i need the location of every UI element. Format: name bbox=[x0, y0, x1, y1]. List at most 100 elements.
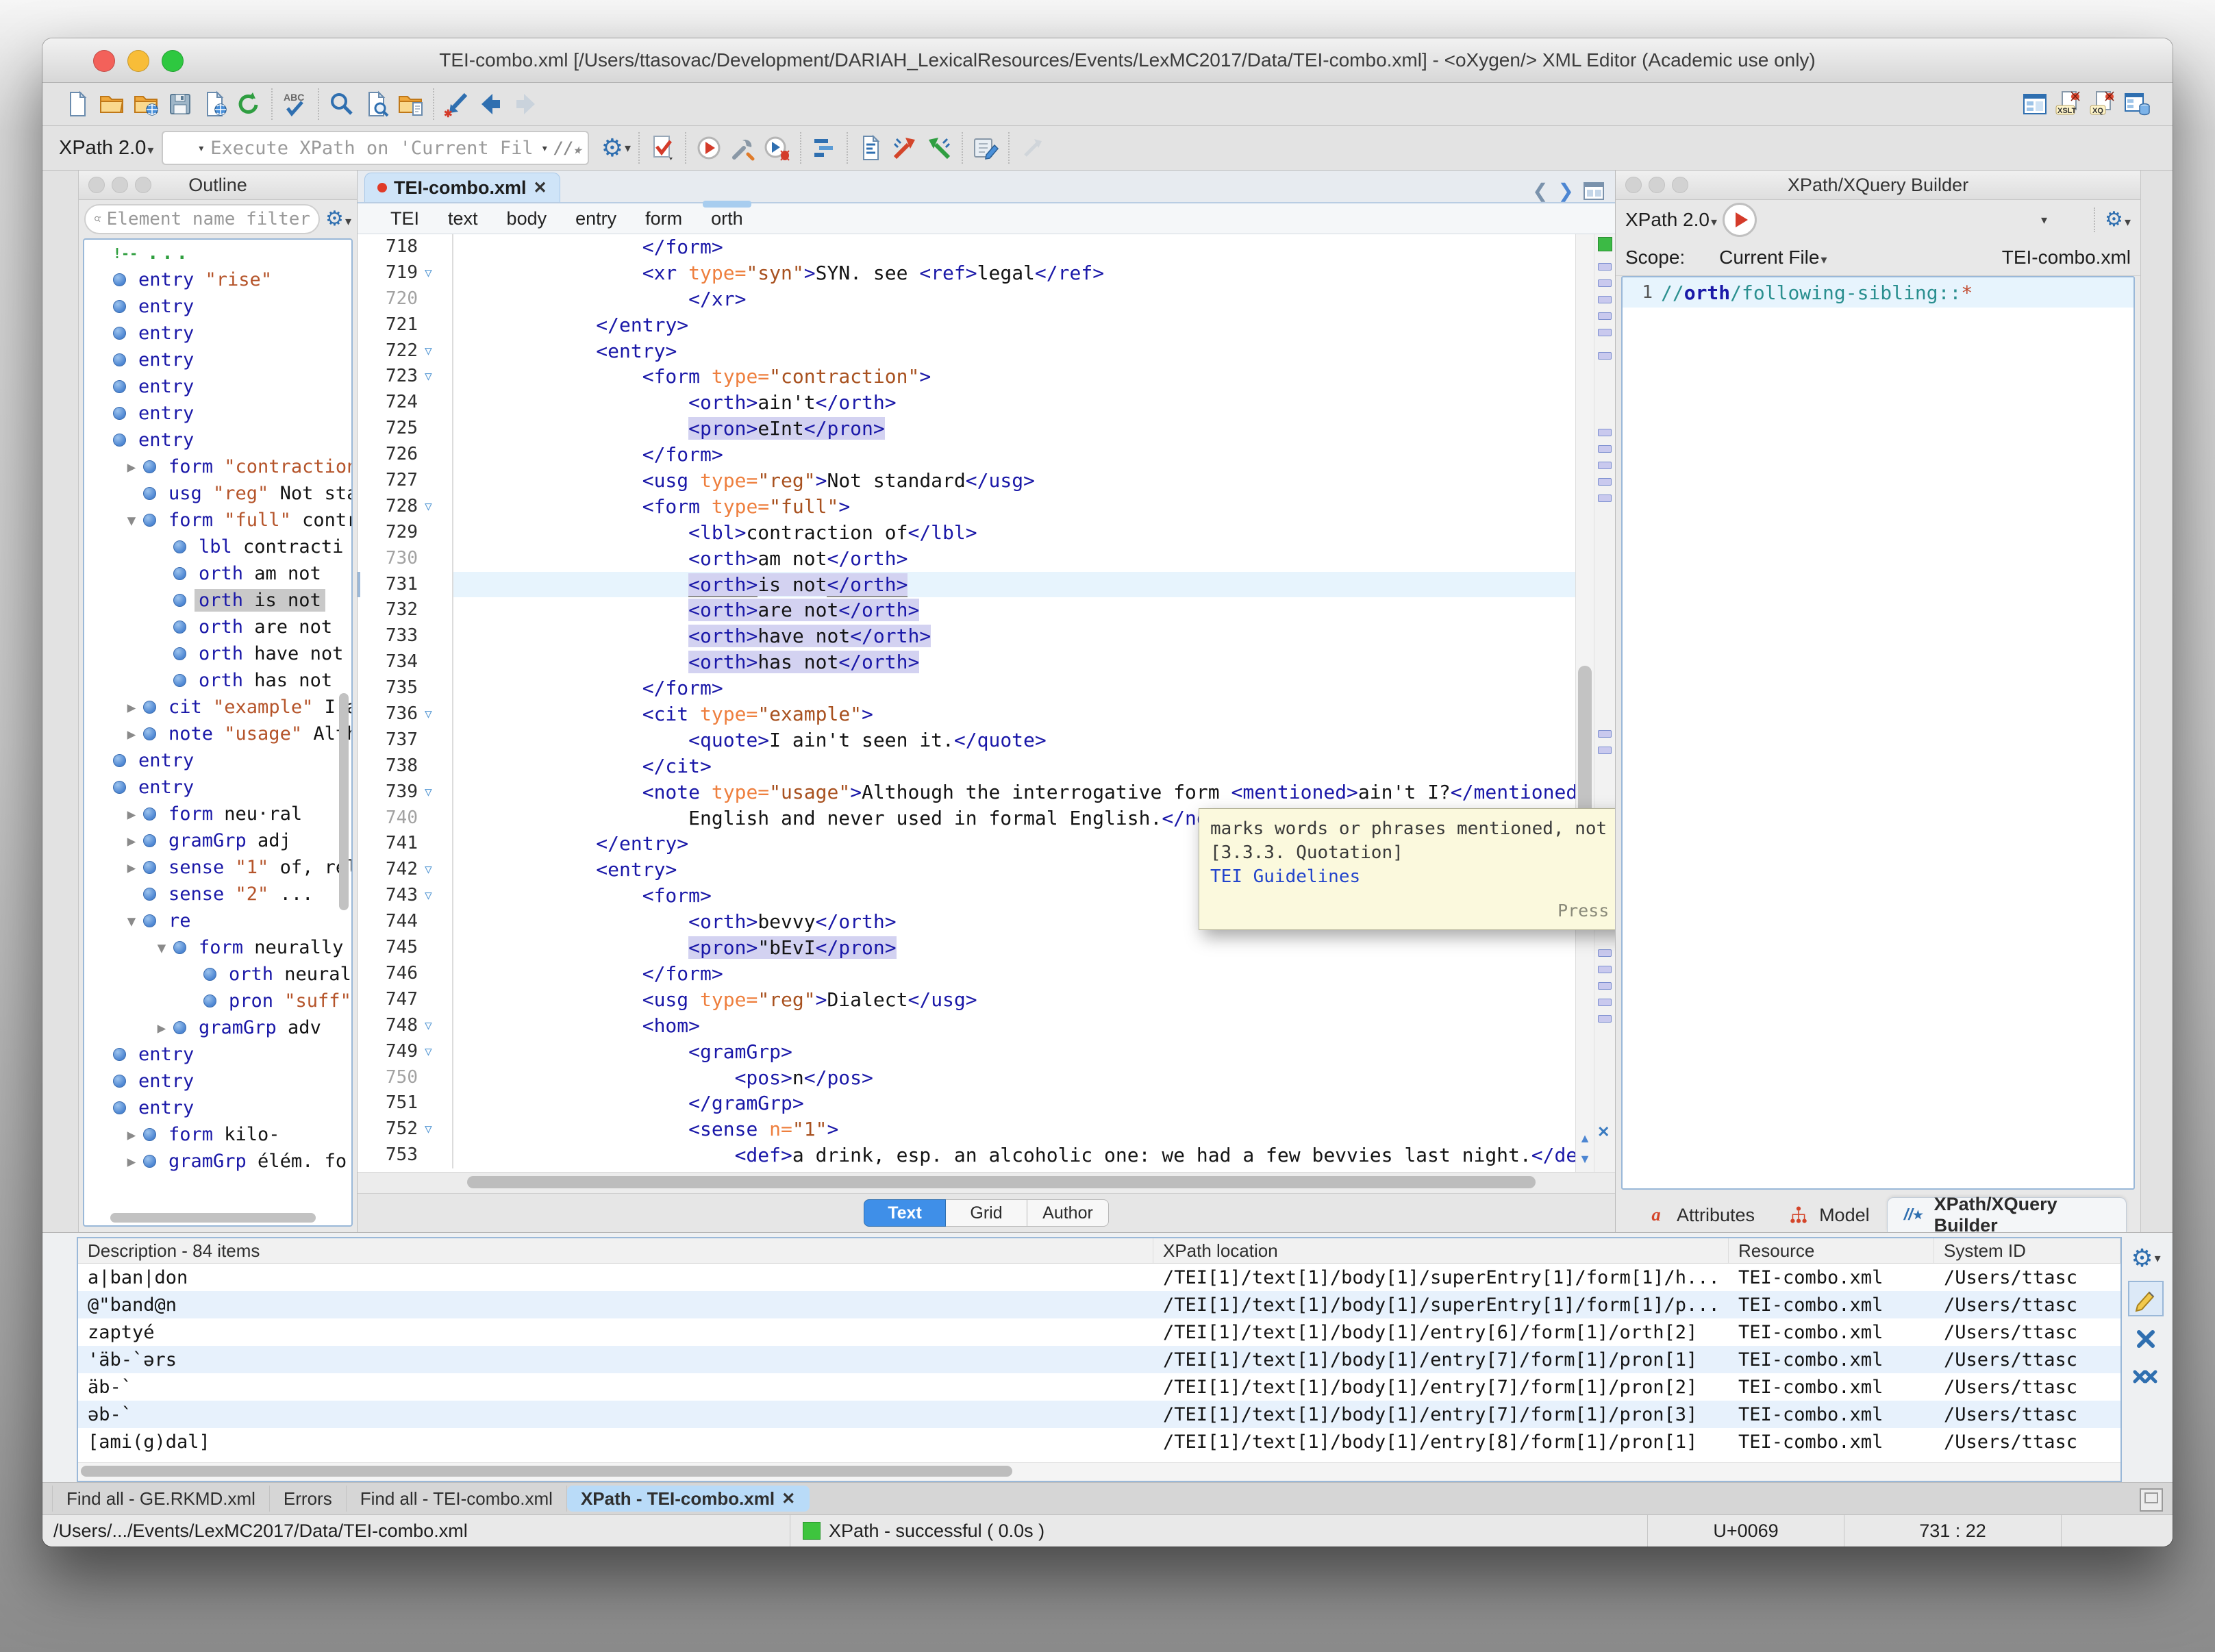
expand-icon[interactable]: ▶ bbox=[120, 860, 143, 876]
xb-settings-gear-icon[interactable]: ⚙▾ bbox=[2105, 210, 2131, 230]
outline-item-cit[interactable]: ▶cit "example" I a bbox=[84, 694, 351, 721]
xpath-match-marker[interactable] bbox=[1598, 279, 1612, 287]
fold-toggle-icon[interactable]: ▽ bbox=[423, 701, 453, 727]
scroll-tabs-left-icon[interactable]: ❮ bbox=[1532, 179, 1548, 202]
outline-vertical-scrollbar[interactable] bbox=[338, 240, 350, 1225]
favorites-star-icon[interactable] bbox=[2003, 204, 2034, 236]
bottom-tab-find-all-tei-combo-xml[interactable]: Find all - TEI-combo.xml bbox=[347, 1486, 567, 1512]
collapse-icon[interactable]: ▼ bbox=[150, 940, 173, 956]
pencil-box-icon[interactable] bbox=[2132, 1285, 2160, 1312]
outline-item-entry[interactable]: entry bbox=[84, 1068, 351, 1094]
associate-red-icon[interactable] bbox=[889, 132, 921, 164]
format-indent-icon[interactable] bbox=[855, 132, 886, 164]
code-line-722[interactable]: 722▽ <entry> bbox=[358, 338, 1575, 364]
xpath-match-marker[interactable] bbox=[1598, 966, 1612, 973]
column-xpath-location[interactable]: XPath location bbox=[1153, 1238, 1729, 1263]
xpath-match-marker[interactable] bbox=[1598, 329, 1612, 336]
outline-item-entry[interactable]: entry bbox=[84, 400, 351, 427]
scope-selector[interactable]: Current File▾ bbox=[1719, 247, 1827, 268]
associate-green-icon[interactable] bbox=[923, 132, 955, 164]
document-globe-icon[interactable] bbox=[199, 88, 230, 120]
editor-vertical-scrollbar[interactable]: ▲ ▼ bbox=[1575, 234, 1594, 1172]
clear-markers-icon[interactable]: ✕ bbox=[1597, 1123, 1610, 1141]
validate-icon[interactable] bbox=[647, 132, 678, 164]
close-tab-icon[interactable]: ✕ bbox=[534, 178, 547, 198]
outline-item-orth[interactable]: orth am not bbox=[84, 560, 351, 587]
reload-icon[interactable] bbox=[233, 88, 264, 120]
comment-bubble-icon[interactable] bbox=[2135, 1518, 2160, 1543]
code-line-737[interactable]: 737 <quote>I ain't seen it.</quote> bbox=[358, 727, 1575, 753]
fold-toggle-icon[interactable]: ▽ bbox=[423, 883, 453, 909]
minimize-window-button[interactable] bbox=[127, 50, 149, 72]
outline-item-form[interactable]: ▶form kilo- bbox=[84, 1121, 351, 1148]
view-button-author[interactable]: Author bbox=[1027, 1199, 1109, 1227]
close-xx-icon[interactable] bbox=[2130, 1362, 2162, 1393]
outline-item-entry[interactable]: entry bbox=[84, 427, 351, 453]
outline-item-form[interactable]: ▼form neurally bbox=[84, 934, 351, 961]
outline-item-entry[interactable]: entry bbox=[84, 320, 351, 347]
code-line-732[interactable]: 732 <orth>are not</orth> bbox=[358, 597, 1575, 623]
fold-toggle-icon[interactable]: ▽ bbox=[423, 494, 453, 520]
fold-toggle-icon[interactable]: ▽ bbox=[423, 364, 453, 390]
run-icon[interactable] bbox=[693, 132, 725, 164]
xpath-match-marker[interactable] bbox=[1598, 429, 1612, 436]
code-line-738[interactable]: 738 </cit> bbox=[358, 753, 1575, 779]
last-modification-icon[interactable]: ✱ bbox=[441, 88, 473, 120]
outline-item-entry[interactable]: entry bbox=[84, 347, 351, 373]
back-icon[interactable] bbox=[475, 88, 507, 120]
breadcrumb-item-TEI[interactable]: TEI bbox=[388, 207, 422, 231]
result-row[interactable]: äb-`/TEI[1]/text[1]/body[1]/entry[7]/for… bbox=[78, 1373, 2120, 1401]
xb-engine-selector[interactable]: XPath 2.0▾ bbox=[1625, 209, 1717, 231]
code-line-734[interactable]: 734 <orth>has not</orth> bbox=[358, 649, 1575, 675]
view-button-text[interactable]: Text bbox=[864, 1199, 946, 1227]
code-line-745[interactable]: 745 <pron>"bEvI</pron> bbox=[358, 935, 1575, 961]
scroll-up-icon[interactable]: ▲ bbox=[1576, 1128, 1594, 1149]
bottom-tab-find-all-ge-rkmd-xml[interactable]: Find all - GE.RKMD.xml bbox=[52, 1486, 270, 1512]
debug-xslt-icon[interactable]: XSLT bbox=[2053, 88, 2085, 120]
overview-ruler[interactable]: ✕ bbox=[1594, 234, 1615, 1172]
xpath-expression-editor[interactable]: 1 //orth/following-sibling::* bbox=[1621, 276, 2135, 1190]
breadcrumb-item-orth[interactable]: orth bbox=[708, 207, 746, 231]
expand-icon[interactable]: ▶ bbox=[120, 1127, 143, 1143]
outline-item-entry[interactable]: entry bbox=[84, 1094, 351, 1121]
configure-transformation-icon[interactable] bbox=[727, 132, 759, 164]
outline-settings-gear-icon[interactable]: ⚙▾ bbox=[325, 209, 351, 229]
search-icon[interactable] bbox=[326, 88, 358, 120]
outline-item-usg[interactable]: usg "reg" Not sta bbox=[84, 480, 351, 507]
outline-horizontal-scrollbar[interactable] bbox=[87, 1213, 335, 1224]
column-resource[interactable]: Resource bbox=[1729, 1238, 1934, 1263]
xpath-match-marker[interactable] bbox=[1598, 982, 1612, 990]
results-table-header[interactable]: Description - 84 items XPath location Re… bbox=[78, 1238, 2120, 1264]
layout-icon[interactable] bbox=[2019, 88, 2051, 120]
outline-item-entry[interactable]: entry "rise" bbox=[84, 266, 351, 293]
bottom-tab-xpath-tei-combo-xml[interactable]: XPath - TEI-combo.xml✕ bbox=[567, 1486, 810, 1512]
outline-item-orth[interactable]: orth neural bbox=[84, 961, 351, 988]
breadcrumb-item-body[interactable]: body bbox=[504, 207, 550, 231]
outline-item-re[interactable]: ▼re bbox=[84, 908, 351, 934]
find-resource-icon[interactable] bbox=[395, 88, 426, 120]
xpath-match-marker[interactable] bbox=[1598, 730, 1612, 738]
code-line-718[interactable]: 718 </form> bbox=[358, 234, 1575, 260]
scroll-tabs-right-icon[interactable]: ❯ bbox=[1558, 179, 1574, 202]
editor-tab-tei-combo[interactable]: TEI-combo.xml ✕ bbox=[364, 173, 560, 202]
xpath-builder-header[interactable]: XPath/XQuery Builder bbox=[1616, 171, 2140, 200]
code-line-728[interactable]: 728▽ <form type="full"> bbox=[358, 494, 1575, 520]
expand-icon[interactable]: ▶ bbox=[150, 1020, 173, 1036]
code-line-735[interactable]: 735 </form> bbox=[358, 675, 1575, 701]
scroll-down-icon[interactable]: ▼ bbox=[1576, 1149, 1594, 1169]
code-editor[interactable]: 718 </form>719▽ <xr type="syn">SYN. see … bbox=[358, 234, 1615, 1172]
outline-item-pron[interactable]: pron "suff" bbox=[84, 988, 351, 1014]
xpath-match-marker[interactable] bbox=[1598, 352, 1612, 360]
code-line-748[interactable]: 748▽ <hom> bbox=[358, 1013, 1575, 1039]
xpath-builder-shortcut-icon[interactable]: //★ bbox=[554, 138, 581, 158]
result-row[interactable]: a|ban|don/TEI[1]/text[1]/body[1]/superEn… bbox=[78, 1264, 2120, 1291]
outline-item-entry[interactable]: entry bbox=[84, 747, 351, 774]
code-line-721[interactable]: 721 </entry> bbox=[358, 312, 1575, 338]
outline-item-sense[interactable]: sense "2" ... bbox=[84, 881, 351, 908]
code-line-725[interactable]: 725 <pron>eInt</pron> bbox=[358, 416, 1575, 442]
highlight-results-button[interactable] bbox=[2128, 1281, 2164, 1316]
bottom-tab-errors[interactable]: Errors bbox=[270, 1486, 347, 1512]
close-window-button[interactable] bbox=[93, 50, 115, 72]
code-line-729[interactable]: 729 <lbl>contraction of</lbl> bbox=[358, 520, 1575, 546]
edit-scenarios-icon[interactable] bbox=[970, 132, 1001, 164]
